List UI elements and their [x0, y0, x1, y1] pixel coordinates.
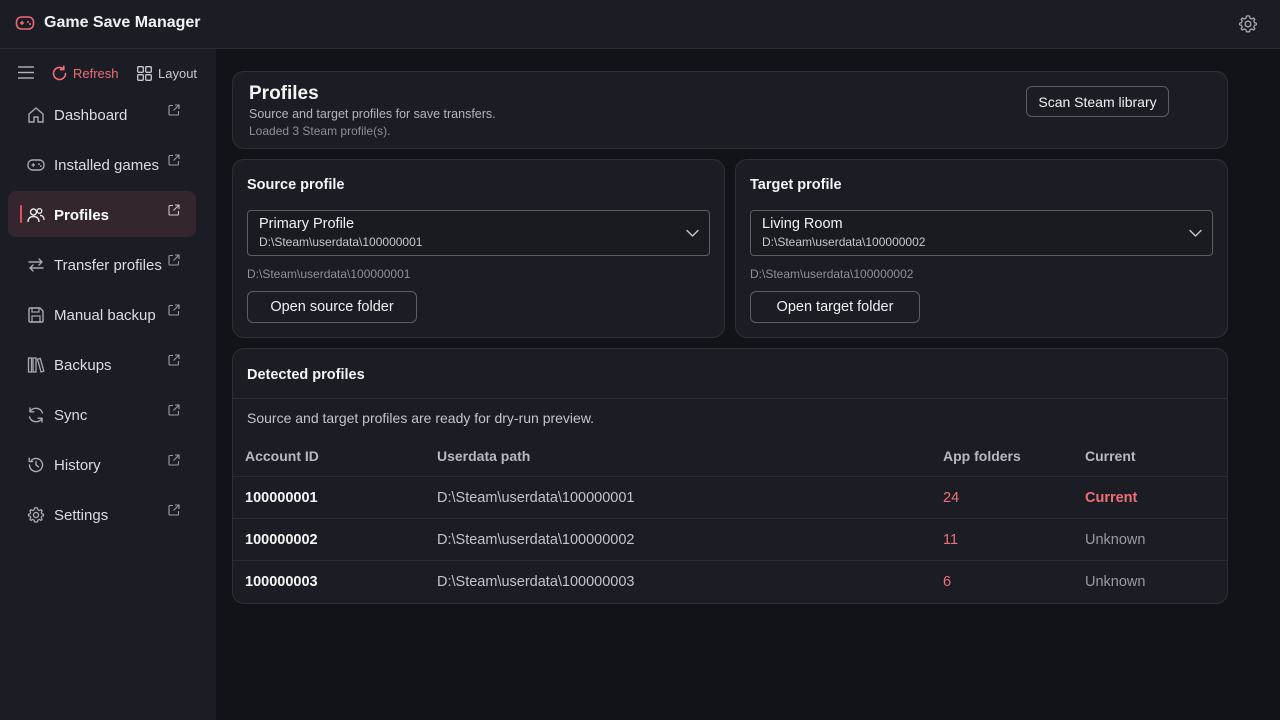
sidebar-item-settings[interactable]: Settings [8, 491, 196, 537]
table-row[interactable]: 100000003 D:\Steam\userdata\100000003 6 … [233, 560, 1227, 602]
layout-button[interactable]: Layout [137, 63, 197, 83]
app-folders-cell: 6 [943, 574, 952, 590]
sidebar-item-label: Profiles [54, 207, 110, 224]
sidebar-item-profiles[interactable]: Profiles [8, 191, 196, 237]
current-cell: Current [1085, 490, 1138, 506]
gear-icon [27, 506, 45, 523]
userdata-path-cell: D:\Steam\userdata\100000002 [437, 532, 635, 548]
layout-grid-icon [137, 65, 152, 81]
external-link-icon[interactable] [168, 504, 180, 516]
sidebar-item-installed-games[interactable]: Installed games [8, 141, 196, 187]
history-icon [28, 457, 44, 473]
chevron-down-icon [686, 229, 699, 237]
external-link-icon[interactable] [168, 154, 180, 166]
sidebar-item-label: Installed games [54, 157, 160, 174]
load-status: Loaded 3 Steam profile(s). [249, 124, 391, 138]
target-selected-path: D:\Steam\userdata\100000002 [762, 235, 926, 249]
target-profile-title: Target profile [750, 177, 842, 193]
external-link-icon[interactable] [168, 404, 180, 416]
detected-profiles-card: Detected profiles Source and target prof… [232, 348, 1228, 604]
column-header-account-id[interactable]: Account ID [245, 448, 319, 464]
sidebar-item-label: Sync [54, 407, 88, 424]
userdata-path-cell: D:\Steam\userdata\100000003 [437, 574, 635, 590]
users-icon [27, 208, 45, 223]
current-cell: Unknown [1085, 532, 1146, 548]
source-selected-name: Primary Profile [259, 216, 355, 232]
sidebar-item-dashboard[interactable]: Dashboard [8, 91, 196, 137]
sidebar-item-manual-backup[interactable]: Manual backup [8, 291, 196, 337]
external-link-icon[interactable] [168, 104, 180, 116]
active-indicator [20, 205, 22, 223]
layout-label: Layout [158, 65, 198, 81]
save-icon [28, 307, 44, 323]
external-link-icon[interactable] [168, 354, 180, 366]
open-source-folder-button[interactable]: Open source folder [247, 291, 417, 323]
external-link-icon[interactable] [168, 204, 180, 216]
source-path: D:\Steam\userdata\100000001 [247, 267, 411, 281]
account-id-cell: 100000003 [245, 574, 318, 590]
account-id-cell: 100000002 [245, 532, 318, 548]
divider [233, 398, 1227, 399]
menu-icon[interactable] [18, 66, 34, 79]
sidebar-item-label: Backups [54, 357, 112, 374]
source-selected-path: D:\Steam\userdata\100000001 [259, 235, 423, 249]
sync-icon [28, 407, 44, 423]
sidebar-item-history[interactable]: History [8, 441, 196, 487]
gamepad-icon [27, 159, 45, 171]
sidebar-item-transfer-profiles[interactable]: Transfer profiles [8, 241, 196, 287]
sidebar-item-label: Manual backup [54, 307, 156, 324]
sidebar-item-backups[interactable]: Backups [8, 341, 196, 387]
current-cell: Unknown [1085, 574, 1146, 590]
sidebar-item-sync[interactable]: Sync [8, 391, 196, 437]
app-folders-cell: 24 [943, 490, 960, 506]
main-content: Profiles Source and target profiles for … [216, 49, 1280, 720]
sidebar-item-label: Transfer profiles [54, 257, 162, 274]
userdata-path-cell: D:\Steam\userdata\100000001 [437, 490, 635, 506]
home-icon [28, 107, 44, 123]
sidebar-item-label: Dashboard [54, 107, 128, 124]
page-subtitle: Source and target profiles for save tran… [249, 107, 496, 121]
external-link-icon[interactable] [168, 454, 180, 466]
sidebar-item-label: History [54, 457, 101, 474]
column-header-current[interactable]: Current [1085, 448, 1136, 464]
source-profile-card: Source profile Primary Profile D:\Steam\… [232, 159, 725, 338]
detected-profiles-title: Detected profiles [247, 367, 365, 383]
library-icon [27, 357, 45, 373]
app-title: Game Save Manager [44, 14, 201, 31]
transfer-icon [28, 258, 44, 272]
refresh-button[interactable]: Refresh [51, 63, 119, 83]
column-header-app-folders[interactable]: App folders [943, 448, 1021, 464]
target-selected-name: Living Room [762, 216, 843, 232]
target-path: D:\Steam\userdata\100000002 [750, 267, 914, 281]
scan-steam-library-button[interactable]: Scan Steam library [1026, 86, 1169, 117]
sidebar: Refresh Layout Dashboard Installed games… [0, 49, 216, 720]
title-bar: Game Save Manager [0, 0, 1280, 49]
profiles-header-card: Profiles Source and target profiles for … [232, 71, 1228, 149]
refresh-icon [52, 64, 67, 80]
source-profile-title: Source profile [247, 177, 345, 193]
gamepad-logo-icon [15, 16, 35, 30]
chevron-down-icon [1189, 229, 1202, 237]
open-target-folder-button[interactable]: Open target folder [750, 291, 920, 323]
table-row[interactable]: 100000001 D:\Steam\userdata\100000001 24… [233, 476, 1227, 518]
target-profile-select[interactable]: Living Room D:\Steam\userdata\100000002 [750, 210, 1213, 256]
refresh-label: Refresh [73, 65, 119, 81]
source-profile-select[interactable]: Primary Profile D:\Steam\userdata\100000… [247, 210, 710, 256]
external-link-icon[interactable] [168, 254, 180, 266]
target-profile-card: Target profile Living Room D:\Steam\user… [735, 159, 1228, 338]
gear-icon[interactable] [1238, 14, 1258, 34]
sidebar-toolbar: Refresh Layout [0, 49, 216, 95]
account-id-cell: 100000001 [245, 490, 318, 506]
table-row[interactable]: 100000002 D:\Steam\userdata\100000002 11… [233, 518, 1227, 560]
page-title: Profiles [249, 83, 319, 104]
sidebar-item-label: Settings [54, 507, 109, 524]
external-link-icon[interactable] [168, 304, 180, 316]
app-folders-cell: 11 [943, 532, 959, 548]
detected-status: Source and target profiles are ready for… [247, 410, 595, 426]
column-header-userdata-path[interactable]: Userdata path [437, 448, 530, 464]
